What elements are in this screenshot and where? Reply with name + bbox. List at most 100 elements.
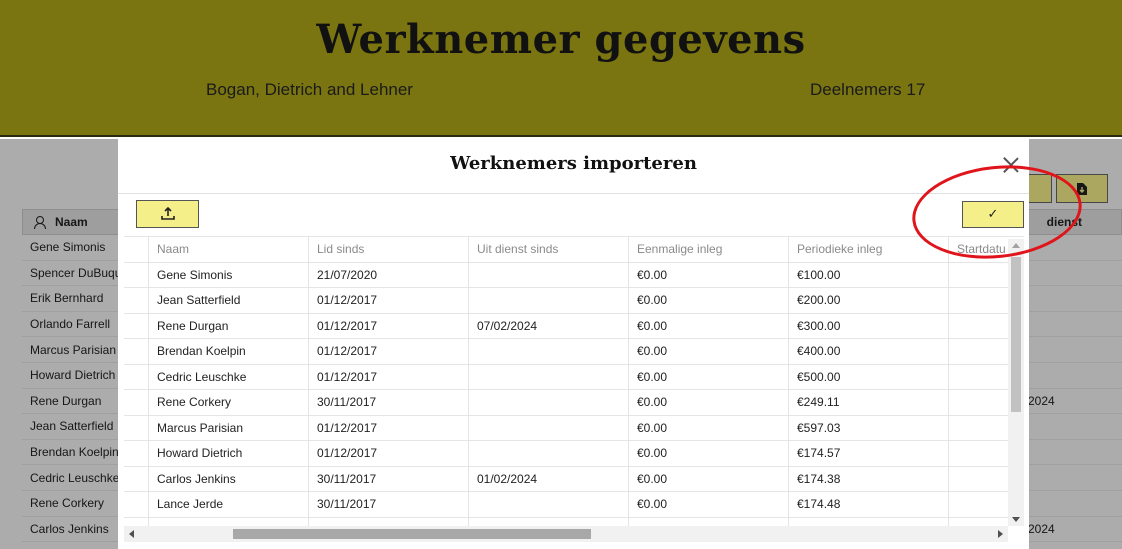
cell-member-since[interactable]: 01/12/2017 xyxy=(309,364,469,389)
cell-one-time-deposit[interactable]: €0.00 xyxy=(629,364,789,389)
cell-one-time-deposit[interactable]: €0.00 xyxy=(629,339,789,364)
cell-member-since[interactable]: 30/11/2017 xyxy=(309,466,469,491)
table-row[interactable]: Cedric Leuschke 01/12/2017 €0.00 €500.00 xyxy=(124,364,1009,390)
row-selector[interactable] xyxy=(124,288,149,313)
cell-one-time-deposit[interactable]: €0.00 xyxy=(629,441,789,466)
table-row[interactable]: Brendan Koelpin 01/12/2017 €0.00 €400.00 xyxy=(124,339,1008,365)
column-header-member-since[interactable]: Lid sinds xyxy=(309,237,469,262)
grid-header-row: Naam Lid sinds Uit dienst sinds Eenmalig… xyxy=(124,237,1008,263)
row-selector[interactable] xyxy=(124,313,149,338)
table-row[interactable]: Howard Dietrich 01/12/2017 €0.00 €174.57 xyxy=(124,441,1008,467)
cell-start-date[interactable] xyxy=(949,441,1009,466)
cell-name[interactable]: Marcus Parisian xyxy=(149,415,309,440)
row-selector[interactable] xyxy=(124,466,149,491)
cell-member-since[interactable]: 30/11/2017 xyxy=(309,492,469,517)
horizontal-scrollbar[interactable] xyxy=(124,526,1008,542)
cell-name[interactable]: Cedric Leuschke xyxy=(149,364,309,389)
cell-start-date[interactable] xyxy=(949,390,1009,415)
cell-name[interactable]: Jean Satterfield xyxy=(149,288,309,313)
cell-name[interactable]: Rene Corkery xyxy=(149,390,309,415)
column-header-name[interactable]: Naam xyxy=(149,237,309,262)
row-selector[interactable] xyxy=(124,390,149,415)
column-header-one-time-deposit[interactable]: Eenmalige inleg xyxy=(629,237,789,262)
import-modal: Werknemers importeren ✓ Naam Lid sinds U… xyxy=(118,139,1029,549)
cell-name[interactable]: Howard Dietrich xyxy=(149,441,309,466)
cell-start-date[interactable] xyxy=(949,416,1009,441)
cell-periodic-deposit[interactable]: €100.00 xyxy=(789,262,949,287)
cell-one-time-deposit[interactable]: €0.00 xyxy=(629,262,789,287)
cell-name[interactable]: Rene Durgan xyxy=(149,313,309,338)
upload-button[interactable] xyxy=(136,200,199,228)
cell-member-since[interactable]: 01/12/2017 xyxy=(309,313,469,338)
cell-out-of-service[interactable]: 01/02/2024 xyxy=(469,466,629,491)
table-row[interactable]: Carlos Jenkins 30/11/2017 01/02/2024 €0.00 €… xyxy=(124,466,1009,492)
cell-start-date[interactable] xyxy=(949,314,1009,339)
scroll-right-icon[interactable] xyxy=(998,530,1003,538)
cell-periodic-deposit[interactable]: €300.00 xyxy=(789,313,949,338)
row-selector[interactable] xyxy=(124,441,149,466)
cell-periodic-deposit[interactable]: €597.03 xyxy=(789,415,949,440)
cell-out-of-service[interactable]: 07/02/2024 xyxy=(469,313,629,338)
cell-periodic-deposit[interactable]: €200.00 xyxy=(789,288,949,313)
upload-icon xyxy=(160,207,175,220)
table-row[interactable]: Jean Satterfield 01/12/2017 €0.00 €200.00 xyxy=(124,288,1008,314)
cell-start-date[interactable] xyxy=(949,288,1009,313)
cell-start-date[interactable] xyxy=(949,263,1009,288)
row-selector[interactable] xyxy=(124,364,149,389)
participants-count: Deelnemers 17 xyxy=(810,80,926,99)
cell-periodic-deposit[interactable]: €174.57 xyxy=(789,441,949,466)
table-row[interactable]: Rene Durgan 01/12/2017 07/02/2024 €0.00 €300… xyxy=(124,313,1009,339)
cell-out-of-service[interactable] xyxy=(469,390,629,415)
cell-one-time-deposit[interactable]: €0.00 xyxy=(629,492,789,517)
scroll-down-icon[interactable] xyxy=(1012,517,1020,522)
cell-out-of-service[interactable] xyxy=(469,262,629,287)
table-row[interactable]: Gene Simonis 21/07/2020 €0.00 €100.00 xyxy=(124,262,1009,288)
cell-one-time-deposit[interactable]: €0.00 xyxy=(629,415,789,440)
cell-name[interactable]: Lance Jerde xyxy=(149,492,309,517)
cell-out-of-service[interactable] xyxy=(469,339,629,364)
cell-one-time-deposit[interactable]: €0.00 xyxy=(629,288,789,313)
modal-title: Werknemers importeren xyxy=(450,153,697,174)
row-selector[interactable] xyxy=(124,492,149,517)
scroll-left-icon[interactable] xyxy=(129,530,134,538)
cell-out-of-service[interactable] xyxy=(469,441,629,466)
cell-member-since[interactable]: 01/12/2017 xyxy=(309,339,469,364)
cell-out-of-service[interactable] xyxy=(469,492,629,517)
cell-periodic-deposit[interactable]: €249.11 xyxy=(789,390,949,415)
cell-name[interactable]: Gene Simonis xyxy=(149,262,309,287)
cell-member-since[interactable]: 30/11/2017 xyxy=(309,390,469,415)
row-selector[interactable] xyxy=(124,339,149,364)
cell-start-date[interactable] xyxy=(949,339,1009,364)
vertical-scrollbar[interactable] xyxy=(1008,239,1024,526)
row-selector[interactable] xyxy=(124,415,149,440)
cell-member-since[interactable]: 01/12/2017 xyxy=(309,441,469,466)
scroll-thumb[interactable] xyxy=(1011,257,1021,412)
cell-out-of-service[interactable] xyxy=(469,415,629,440)
cell-start-date[interactable] xyxy=(949,467,1009,492)
cell-one-time-deposit[interactable]: €0.00 xyxy=(629,390,789,415)
page-title: Werknemer gegevens xyxy=(316,16,806,63)
cell-name[interactable]: Carlos Jenkins xyxy=(149,466,309,491)
cell-one-time-deposit[interactable]: €0.00 xyxy=(629,313,789,338)
table-row[interactable]: Rene Corkery 30/11/2017 €0.00 €249.11 xyxy=(124,390,1008,416)
table-row[interactable]: Lance Jerde 30/11/2017 €0.00 €174.48 xyxy=(124,492,1008,518)
row-selector[interactable] xyxy=(124,262,149,287)
column-header-out-of-service[interactable]: Uit dienst sinds xyxy=(469,237,629,262)
cell-member-since[interactable]: 01/12/2017 xyxy=(309,288,469,313)
cell-one-time-deposit[interactable]: €0.00 xyxy=(629,466,789,491)
company-name: Bogan, Dietrich and Lehner xyxy=(206,80,413,99)
cell-periodic-deposit[interactable]: €174.38 xyxy=(789,466,949,491)
cell-periodic-deposit[interactable]: €174.48 xyxy=(789,492,949,517)
cell-periodic-deposit[interactable]: €400.00 xyxy=(789,339,949,364)
cell-out-of-service[interactable] xyxy=(469,288,629,313)
row-selector-header xyxy=(124,237,149,262)
scroll-thumb[interactable] xyxy=(233,529,591,539)
cell-start-date[interactable] xyxy=(949,365,1009,390)
cell-member-since[interactable]: 21/07/2020 xyxy=(309,262,469,287)
cell-member-since[interactable]: 01/12/2017 xyxy=(309,415,469,440)
table-row[interactable]: Marcus Parisian 01/12/2017 €0.00 €597.03 xyxy=(124,415,1009,441)
cell-periodic-deposit[interactable]: €500.00 xyxy=(789,364,949,389)
cell-out-of-service[interactable] xyxy=(469,364,629,389)
cell-start-date[interactable] xyxy=(949,492,1009,517)
cell-name[interactable]: Brendan Koelpin xyxy=(149,339,309,364)
